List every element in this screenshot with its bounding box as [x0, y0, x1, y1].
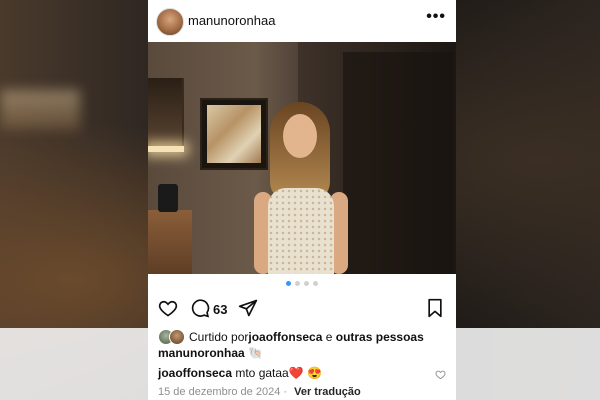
post-username[interactable]: manunoronhaa	[188, 13, 275, 28]
instagram-post-card: manunoronhaa ••• 63 Curtido por joaoffon…	[148, 0, 456, 400]
photo-person	[250, 102, 350, 274]
carousel-indicator	[148, 281, 456, 287]
photo-door	[343, 52, 453, 274]
carousel-dot[interactable]	[313, 281, 318, 286]
likes-summary: Curtido por joaoffonseca e outras pessoa…	[158, 329, 424, 345]
blurred-shelf-light	[0, 90, 80, 130]
post-header: manunoronhaa •••	[148, 0, 456, 42]
comment-like-heart-icon[interactable]	[435, 367, 446, 385]
photo-coffee-machine	[158, 184, 178, 212]
liker-avatar	[169, 329, 185, 345]
comment-emoji-face: 😍	[307, 366, 322, 380]
comment-count[interactable]: 63	[213, 302, 227, 317]
carousel-dot[interactable]	[295, 281, 300, 286]
heart-icon[interactable]	[158, 298, 178, 323]
comment-row: joaoffonseca mto gataa❤️ 😍	[158, 366, 322, 380]
more-horizontal-icon[interactable]: •••	[426, 8, 446, 26]
likes-others[interactable]: outras pessoas	[336, 330, 424, 344]
comment-emoji-heart: ❤️	[288, 366, 304, 380]
bookmark-icon[interactable]	[426, 298, 444, 323]
post-meta: 15 de dezembro de 2024 · Ver tradução	[158, 386, 361, 398]
post-photo[interactable]	[148, 42, 456, 274]
likes-user[interactable]: joaoffonseca	[248, 330, 322, 344]
photo-cabinet	[148, 210, 192, 274]
comment-text: mto gataa	[232, 366, 289, 380]
see-translation-link[interactable]: Ver tradução	[294, 386, 361, 398]
caption-text: 🐚	[248, 346, 263, 360]
comment-username[interactable]: joaoffonseca	[158, 366, 232, 380]
post-caption: manunoronhaa 🐚	[158, 346, 263, 360]
photo-shelf-niche	[148, 78, 184, 148]
carousel-dot[interactable]	[304, 281, 309, 286]
post-date: 15 de dezembro de 2024	[158, 386, 281, 398]
likes-prefix: Curtido por	[189, 330, 249, 344]
comment-icon[interactable]	[190, 298, 210, 323]
person-face	[283, 114, 317, 158]
caption-username[interactable]: manunoronhaa	[158, 346, 245, 360]
carousel-dot-active[interactable]	[286, 281, 291, 286]
likes-middle: e	[322, 330, 336, 344]
share-icon[interactable]	[238, 298, 258, 323]
photo-shelf-light	[148, 146, 184, 152]
avatar[interactable]	[156, 8, 184, 36]
action-bar: 63	[148, 296, 456, 322]
meta-separator: ·	[280, 386, 291, 398]
person-dress	[268, 188, 334, 274]
